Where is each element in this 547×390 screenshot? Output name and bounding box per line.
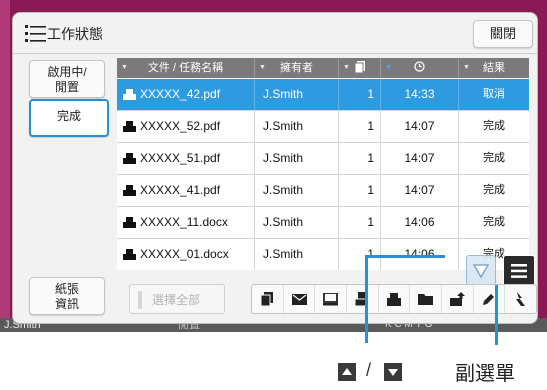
job-result: 完成 xyxy=(483,184,505,196)
job-name: XXXXX_42.pdf xyxy=(140,87,221,101)
job-owner: J.Smith xyxy=(255,175,339,206)
callout-line-scroll-h xyxy=(365,255,445,258)
sort-arrow-icon: ▼ xyxy=(259,64,266,71)
job-name: XXXXX_41.pdf xyxy=(140,183,221,197)
sort-arrow-icon: ▼ xyxy=(121,64,128,71)
job-name: XXXXX_11.docx xyxy=(140,215,228,229)
job-owner: J.Smith xyxy=(255,239,339,270)
job-list-icon xyxy=(25,25,46,42)
scan-button[interactable] xyxy=(347,285,379,313)
folder-button[interactable] xyxy=(410,285,443,313)
mail-button[interactable] xyxy=(284,285,316,313)
paper-info-button[interactable]: 紙張 資訊 xyxy=(29,277,105,315)
scroll-down-button[interactable] xyxy=(466,255,496,285)
bottom-toolbar: 選擇全部 xyxy=(117,283,537,323)
title-bar: 工作狀態 關閉 xyxy=(13,13,537,54)
pen-icon xyxy=(483,294,495,305)
header-copies[interactable]: ▼ xyxy=(339,58,381,78)
job-copies: 1 xyxy=(339,207,381,238)
print-job-icon xyxy=(123,184,136,196)
job-status-dialog: 工作狀態 關閉 啟用中/ 閒置 完成 紙張 資訊 ▼ 文件 / 任務名稱 ▼ 擁有者… xyxy=(12,12,538,324)
checkbox-bar-icon xyxy=(138,291,142,309)
job-owner: J.Smith xyxy=(255,79,339,110)
copies-icon xyxy=(354,61,365,74)
job-owner: J.Smith xyxy=(255,143,339,174)
triangle-down-icon xyxy=(472,264,490,279)
job-time: 14:06 xyxy=(381,207,459,238)
sort-arrow-icon: ▼ xyxy=(343,64,350,71)
job-result: 完成 xyxy=(483,152,505,164)
table-row[interactable]: XXXXX_42.pdf J.Smith 1 14:33 取消 xyxy=(117,79,529,111)
copy-icon xyxy=(260,292,274,306)
pc-icon xyxy=(323,292,339,305)
job-owner: J.Smith xyxy=(255,207,339,238)
folder-icon xyxy=(418,294,434,305)
job-time: 14:07 xyxy=(381,111,459,142)
job-result: 完成 xyxy=(483,216,505,228)
job-time: 14:07 xyxy=(381,143,459,174)
print-job-icon xyxy=(123,152,136,164)
print-icon xyxy=(387,292,402,306)
table-row[interactable]: XXXXX_52.pdf J.Smith 1 14:07 完成 xyxy=(117,111,529,143)
job-copies: 1 xyxy=(339,79,381,110)
tab-completed[interactable]: 完成 xyxy=(29,99,109,137)
hamburger-menu-icon xyxy=(511,264,527,278)
table-row[interactable]: XXXXX_11.docx J.Smith 1 14:06 完成 xyxy=(117,207,529,239)
job-name: XXXXX_01.docx xyxy=(140,247,229,261)
job-copies: 1 xyxy=(339,143,381,174)
settings-icon xyxy=(515,292,525,306)
caption-slash: / xyxy=(366,360,372,380)
select-all-label: 選擇全部 xyxy=(152,293,201,307)
job-time: 14:07 xyxy=(381,175,459,206)
tab-active-idle[interactable]: 啟用中/ 閒置 xyxy=(29,60,105,98)
job-result: 完成 xyxy=(483,120,505,132)
job-name: XXXXX_51.pdf xyxy=(140,151,221,165)
header-time[interactable]: ▼ xyxy=(381,58,459,78)
job-time: 14:33 xyxy=(381,79,459,110)
sort-arrow-icon: ▼ xyxy=(463,64,470,71)
print-job-icon xyxy=(123,248,136,260)
scroll-down-caption-icon xyxy=(384,363,402,381)
print-job-icon xyxy=(123,88,136,100)
header-owner[interactable]: ▼ 擁有者 xyxy=(255,58,339,78)
mail-icon xyxy=(291,293,307,305)
print-button[interactable] xyxy=(379,285,411,313)
callout-line-menu xyxy=(495,285,498,345)
scroll-up-caption-icon xyxy=(338,363,356,381)
sort-arrow-active-icon: ▼ xyxy=(385,64,392,71)
print-job-icon xyxy=(123,120,136,132)
header-result[interactable]: ▼ 結果 xyxy=(459,58,529,78)
upload-icon xyxy=(449,292,465,306)
more-tools-button[interactable] xyxy=(505,285,536,313)
device-edge xyxy=(0,0,10,330)
job-result: 取消 xyxy=(483,88,505,100)
table-row[interactable]: XXXXX_41.pdf J.Smith 1 14:07 完成 xyxy=(117,175,529,207)
copy-button[interactable] xyxy=(252,285,284,313)
job-copies: 1 xyxy=(339,175,381,206)
job-name: XXXXX_52.pdf xyxy=(140,119,221,133)
close-button[interactable]: 關閉 xyxy=(473,20,533,48)
submenu-caption: 副選單 xyxy=(455,363,515,385)
pc-button[interactable] xyxy=(315,285,348,313)
job-copies: 1 xyxy=(339,111,381,142)
job-owner: J.Smith xyxy=(255,111,339,142)
table-row[interactable]: XXXXX_51.pdf J.Smith 1 14:07 完成 xyxy=(117,143,529,175)
table-header: ▼ 文件 / 任務名稱 ▼ 擁有者 ▼ ▼ ▼ 結果 xyxy=(117,58,529,78)
header-job-name[interactable]: ▼ 文件 / 任務名稱 xyxy=(117,58,255,78)
callout-line-scroll xyxy=(365,255,368,343)
edit-button[interactable] xyxy=(474,285,506,313)
print-job-icon xyxy=(123,216,136,228)
upload-button[interactable] xyxy=(442,285,474,313)
select-all-button[interactable]: 選擇全部 xyxy=(129,284,225,314)
window-title: 工作狀態 xyxy=(47,26,103,42)
clock-icon xyxy=(414,61,425,72)
job-table: ▼ 文件 / 任務名稱 ▼ 擁有者 ▼ ▼ ▼ 結果 XXXXX_42.pdf J.S… xyxy=(117,58,529,270)
